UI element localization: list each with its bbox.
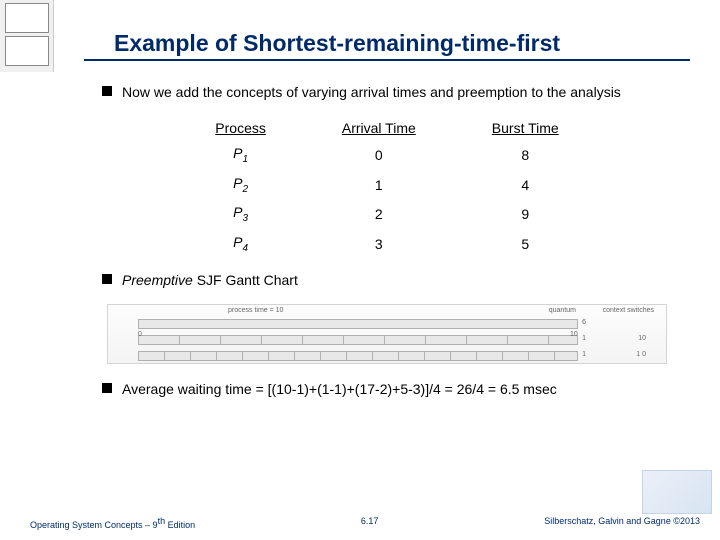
cell-process: P2 — [177, 170, 304, 200]
cell-arrival: 3 — [304, 229, 454, 259]
gantt-chart-image: process time = 10 quantum context switch… — [107, 304, 667, 364]
thumbnail-strip — [0, 0, 54, 72]
table-header-row: Process Arrival Time Burst Time — [177, 116, 596, 140]
col-process: Process — [177, 116, 304, 140]
cell-burst: 4 — [454, 170, 597, 200]
table-row: P4 3 5 — [177, 229, 596, 259]
process-table: Process Arrival Time Burst Time P1 0 8 P… — [177, 116, 596, 259]
bullet-item: Average waiting time = [(10-1)+(1-1)+(17… — [102, 380, 690, 399]
slide-body: Example of Shortest-remaining-time-first… — [54, 0, 720, 540]
bullet-item: Preemptive SJF Gantt Chart — [102, 271, 690, 290]
footer-center: 6.17 — [361, 516, 379, 530]
title-rule — [84, 59, 690, 61]
slide-thumbnail[interactable] — [5, 3, 49, 33]
slide-footer: Operating System Concepts – 9th Edition … — [30, 516, 700, 530]
cell-arrival: 0 — [304, 140, 454, 170]
bullet-item: Now we add the concepts of varying arriv… — [102, 83, 690, 102]
col-arrival: Arrival Time — [304, 116, 454, 140]
footer-left: Operating System Concepts – 9th Edition — [30, 516, 195, 530]
cell-process: P3 — [177, 199, 304, 229]
footer-decoration — [642, 470, 712, 514]
slide-title: Example of Shortest-remaining-time-first — [114, 30, 690, 57]
bullet-list: Preemptive SJF Gantt Chart — [84, 271, 690, 290]
cell-arrival: 1 — [304, 170, 454, 200]
footer-right: Silberschatz, Galvin and Gagne ©2013 — [544, 516, 700, 530]
cell-burst: 8 — [454, 140, 597, 170]
cell-process: P1 — [177, 140, 304, 170]
cell-arrival: 2 — [304, 199, 454, 229]
emph-text: Preemptive — [122, 272, 193, 288]
table-row: P1 0 8 — [177, 140, 596, 170]
bullet-list: Now we add the concepts of varying arriv… — [84, 83, 690, 102]
cell-burst: 5 — [454, 229, 597, 259]
bullet-list: Average waiting time = [(10-1)+(1-1)+(17… — [84, 380, 690, 399]
table-row: P3 2 9 — [177, 199, 596, 229]
col-burst: Burst Time — [454, 116, 597, 140]
slide-thumbnail[interactable] — [5, 36, 49, 66]
cell-burst: 9 — [454, 199, 597, 229]
cell-process: P4 — [177, 229, 304, 259]
table-row: P2 1 4 — [177, 170, 596, 200]
